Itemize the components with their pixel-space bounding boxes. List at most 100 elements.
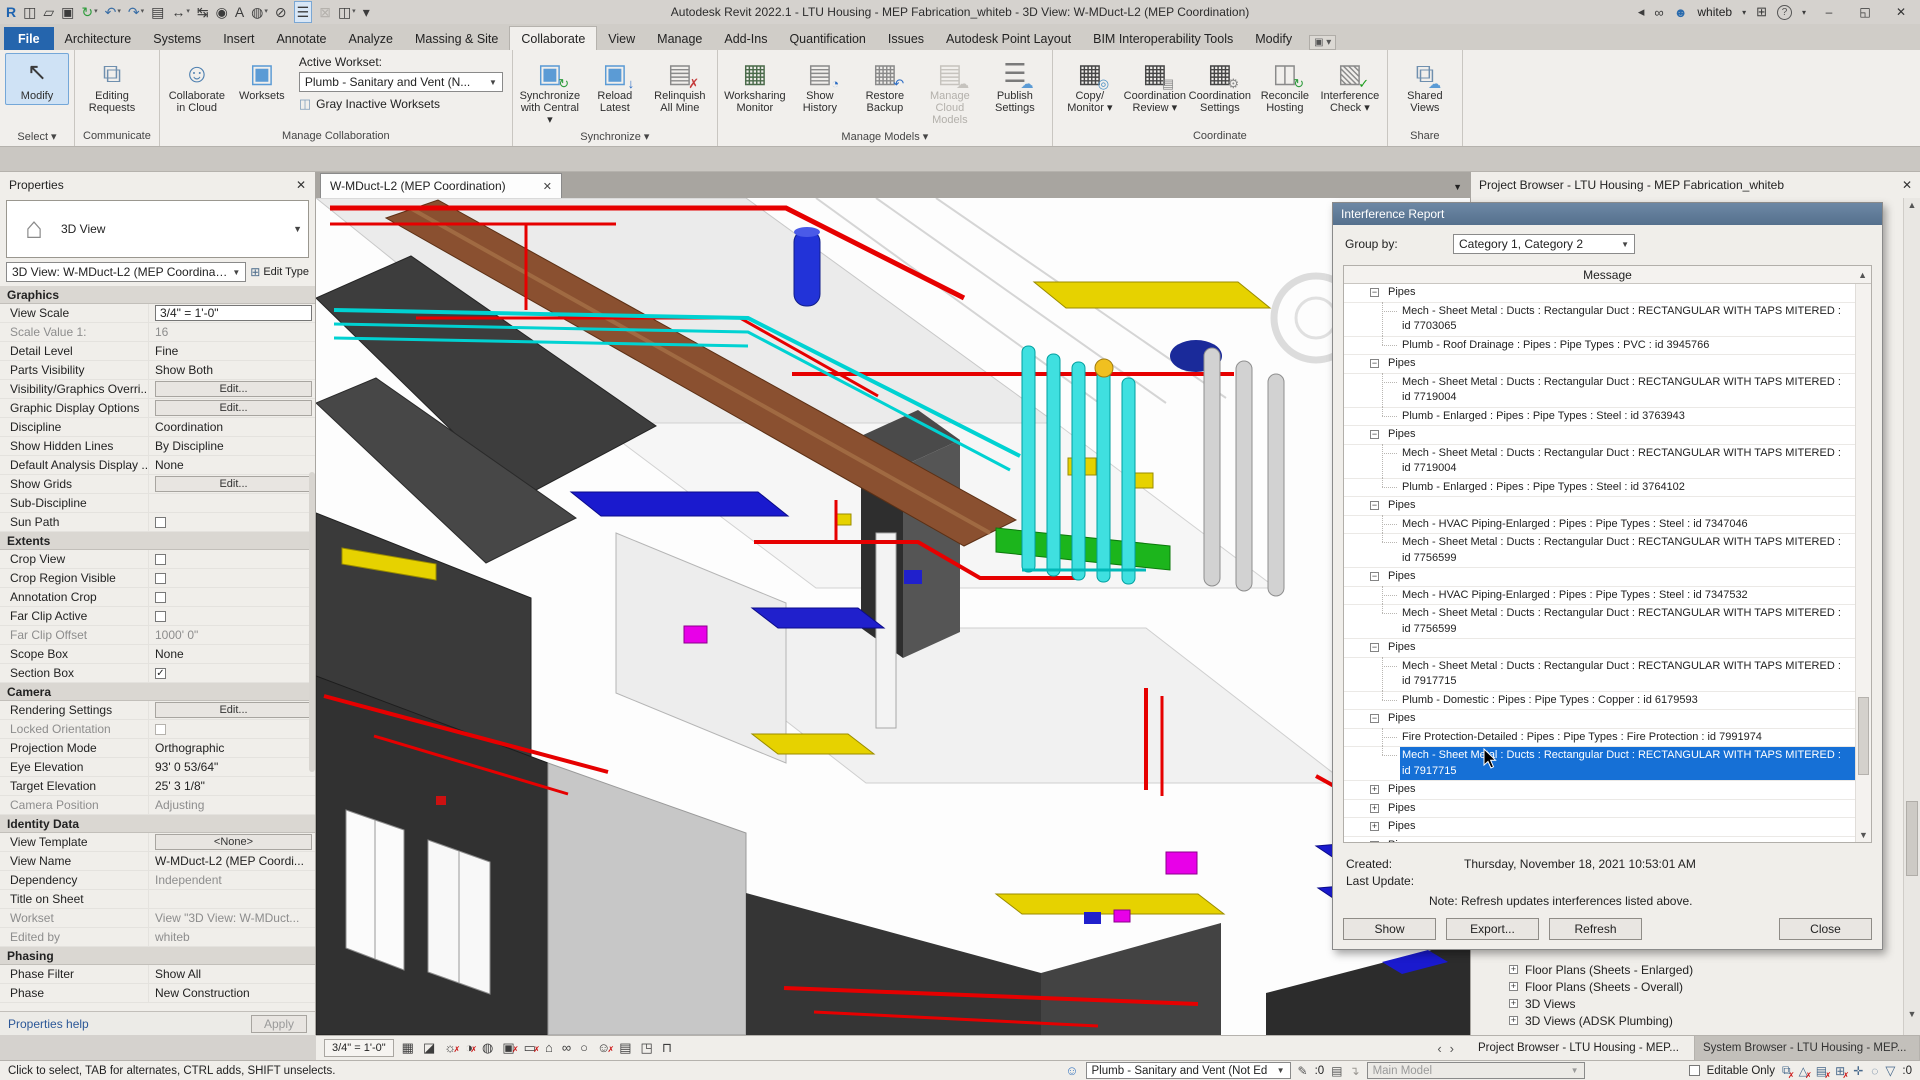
show-history-button[interactable]: ▤ ◔ Show History [788,53,852,117]
property-row-locked-orientation[interactable]: Locked Orientation [0,720,315,739]
collapse-icon[interactable]: − [1370,359,1379,368]
visual-style-icon[interactable]: ◪ [423,1039,435,1057]
property-row-sun-path[interactable]: Sun Path [0,513,315,532]
interference-item[interactable]: Plumb - Roof Drainage : Pipes : Pipe Typ… [1344,335,1855,355]
shared-views-button[interactable]: ⧉ ☁ Shared Views [1393,53,1457,117]
expand-icon[interactable]: + [1509,999,1518,1008]
interference-item[interactable]: Mech - Sheet Metal : Ducts : Rectangular… [1344,533,1855,568]
switch-windows-icon-dropdown[interactable]: ▾ [352,2,356,22]
drag-on-selection-icon[interactable]: ✛ [1853,1064,1863,1078]
reveal-hidden-icon[interactable]: ○ [580,1039,588,1057]
redo-icon-dropdown[interactable]: ▾ [141,2,145,22]
tree-group-row[interactable]: +Pipes [1344,837,1855,842]
browser-item-floor-plans-sheets-enlarged[interactable]: + Floor Plans (Sheets - Enlarged) [1471,961,1900,978]
filter-icon[interactable]: ▽ [1885,1063,1895,1079]
export-button[interactable]: Export... [1446,918,1539,940]
tree-group-row[interactable]: − Pipes [1344,710,1855,729]
collapse-icon[interactable]: − [1370,643,1379,652]
properties-scrollbar[interactable] [309,472,315,772]
scrollbar-thumb[interactable] [1906,800,1918,876]
switch-windows-icon[interactable]: ◫ ▾ [338,2,356,22]
lock-3d-view-icon[interactable]: ⌂ [545,1039,553,1057]
property-row-parts-visibility[interactable]: Parts Visibility Show Both [0,361,315,380]
view-tab-close-icon[interactable]: ✕ [543,180,552,193]
tab-project-browser[interactable]: Project Browser - LTU Housing - MEP... [1470,1036,1695,1060]
properties-section-identity-data[interactable]: Identity Data [0,815,315,833]
ribbon-tab-analyze[interactable]: Analyze [338,27,404,50]
interference-item[interactable]: Mech - Sheet Metal : Ducts : Rectangular… [1344,301,1855,337]
minimize-button[interactable]: – [1816,5,1842,19]
type-selector[interactable]: ⌂ 3D View ▼ [6,200,309,258]
properties-help-link[interactable]: Properties help [8,1017,89,1031]
tree-group-row[interactable]: +Pipes [1344,781,1855,800]
property-row-scope-box[interactable]: Scope Box None [0,645,315,664]
list-scroll-down-icon[interactable]: ▼ [1856,830,1871,840]
ribbon-tab-insert[interactable]: Insert [212,27,265,50]
interference-item[interactable]: Plumb - Domestic : Pipes : Pipe Types : … [1344,690,1855,710]
model-canvas[interactable] [316,198,1470,1035]
visibility-graphics-overri-edit-button[interactable]: Edit... [155,381,312,397]
revit-app-icon[interactable]: R [6,2,16,22]
property-row-graphic-display-options[interactable]: Graphic Display Options Edit... [0,399,315,418]
tree-group-row[interactable]: − Pipes [1344,426,1855,445]
property-row-detail-level[interactable]: Detail Level Fine [0,342,315,361]
back-icon[interactable]: ◂ [1638,4,1645,20]
exclude-underlay-icon[interactable]: △ [1799,1064,1813,1080]
copy-monitor-button[interactable]: ▦ ◎ Copy/ Monitor ▾ [1058,53,1122,117]
expand-icon[interactable]: + [1370,822,1379,831]
sun-path-checkbox[interactable] [155,516,166,528]
search-icon[interactable]: ∞ [1654,5,1663,20]
interference-list-scrollbar[interactable]: ▼ [1855,284,1871,842]
sun-path-off-icon[interactable]: ☼ [444,1039,460,1059]
interference-item[interactable]: Mech - HVAC Piping-Enlarged : Pipes : Pi… [1344,585,1855,605]
worksharing-monitor-button[interactable]: ▦ Worksharing Monitor [723,53,787,117]
coordination-settings-button[interactable]: ▦ ⚙ Coordination Settings [1188,53,1252,117]
tree-group-row[interactable]: +Pipes [1344,818,1855,837]
list-scroll-up-icon[interactable]: ▲ [1858,266,1867,284]
locked-orientation-checkbox[interactable] [155,723,166,735]
tab-overflow-icon[interactable]: ▼ [1453,182,1462,192]
property-row-phase-filter[interactable]: Phase Filter Show All [0,965,315,984]
expand-icon[interactable]: + [1370,840,1379,842]
ribbon-tab-file[interactable]: File [4,27,54,50]
ribbon-tab-systems[interactable]: Systems [142,27,212,50]
properties-section-camera[interactable]: Camera [0,683,315,701]
active-workset-dropdown[interactable]: Plumb - Sanitary and Vent (N... ▼ [298,72,503,92]
restore-button[interactable]: ◱ [1852,5,1878,19]
exclude-pinned-icon[interactable]: ▤ [1816,1064,1832,1080]
crop-region-visible-checkbox[interactable] [155,572,166,584]
temporary-view-properties-icon[interactable]: ▤ [619,1039,631,1057]
view-scale-button[interactable]: 3/4" = 1'-0" [324,1039,394,1057]
property-row-far-clip-active[interactable]: Far Clip Active [0,607,315,626]
horizontal-scroll-arrows[interactable]: ‹› [1437,1041,1462,1056]
tree-group-row[interactable]: − Pipes [1344,568,1855,587]
view-template-edit-button[interactable]: <None> [155,834,312,850]
press-drag-icon[interactable]: ◌ [1871,1064,1878,1078]
redo-icon[interactable]: ↷ ▾ [128,2,144,22]
type-selector-chevron-icon[interactable]: ▼ [293,224,308,234]
default-3d-view-icon-dropdown[interactable]: ▾ [264,2,268,22]
property-row-default-analysis-display[interactable]: Default Analysis Display ... None [0,456,315,475]
sync-with-central-icon-dropdown[interactable]: ▾ [94,2,98,22]
synchronize-with-central-button[interactable]: ▣ ↻ Synchronize with Central ▾ [518,53,582,129]
property-row-view-scale[interactable]: View Scale 3/4" = 1'-0" [0,304,315,323]
help-chevron-icon[interactable]: ▾ [1802,8,1806,17]
shadows-off-icon[interactable]: ◑ [465,1039,477,1059]
show-crop-icon[interactable]: ▦ [402,1039,414,1057]
close-dialog-button[interactable]: Close [1779,918,1872,940]
section-icon[interactable]: ⊘ [275,2,287,22]
reconcile-hosting-button[interactable]: ◫ ↻ Reconcile Hosting [1253,53,1317,117]
collapse-icon[interactable]: − [1370,430,1379,439]
ribbon-tab-issues[interactable]: Issues [877,27,935,50]
gray-inactive-worksets-button[interactable]: ◫ Gray Inactive Worksets [299,96,503,112]
show-grids-edit-button[interactable]: Edit... [155,476,312,492]
properties-close-icon[interactable]: ✕ [296,178,306,192]
worksets-dialog-icon[interactable]: ▤ [1331,1064,1342,1078]
instance-selector[interactable]: 3D View: W-MDuct-L2 (MEP Coordination) ▼ [6,262,247,282]
property-row-scale-value-1[interactable]: Scale Value 1: 16 [0,323,315,342]
ribbon-tab-quantification[interactable]: Quantification [778,27,876,50]
interference-report-titlebar[interactable]: Interference Report [1333,203,1882,225]
tree-group-row[interactable]: − Pipes [1344,639,1855,658]
interference-item[interactable]: Mech - Sheet Metal : Ducts : Rectangular… [1344,443,1855,479]
property-row-dependency[interactable]: Dependency Independent [0,871,315,890]
